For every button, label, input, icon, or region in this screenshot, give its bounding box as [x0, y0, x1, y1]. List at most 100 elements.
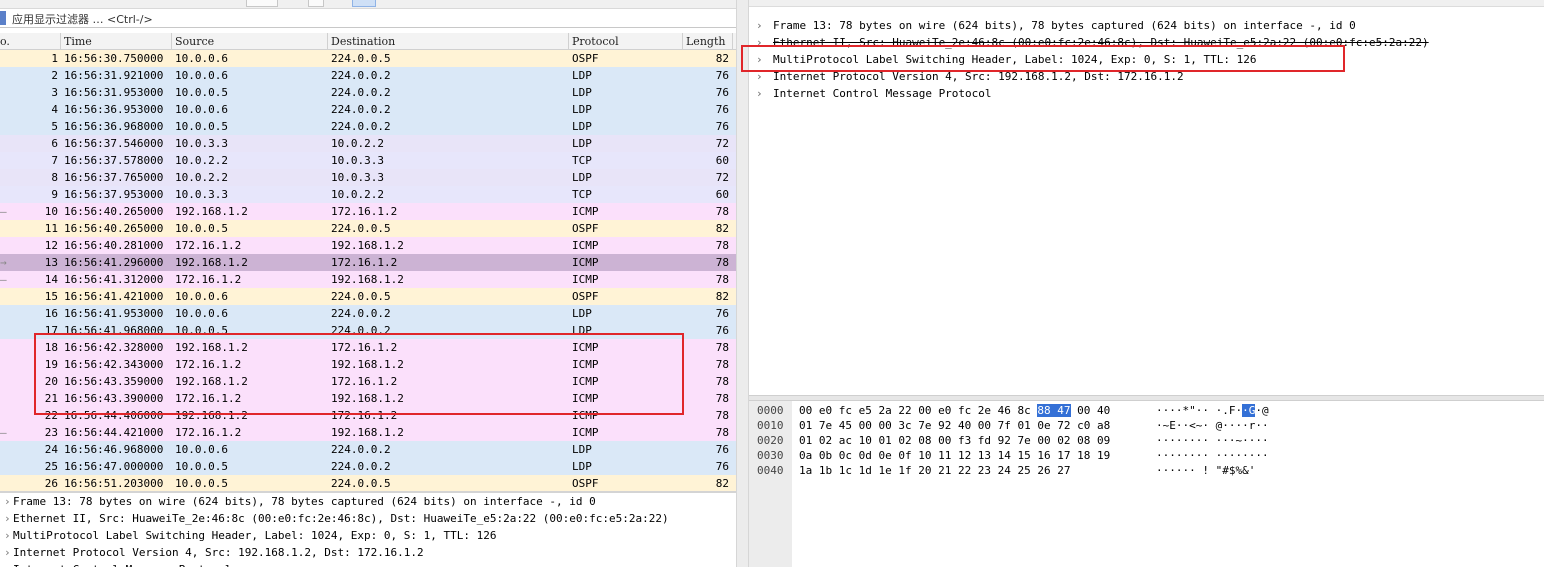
toolbar-button[interactable] — [246, 0, 278, 7]
col-header-time[interactable]: Time — [64, 35, 92, 48]
packet-row[interactable]: 12 16:56:40.281000 172.16.1.2 192.168.1.2 IC… — [0, 237, 736, 254]
packet-row[interactable]: – 14 16:56:41.312000 172.16.1.2 192.168.1.2 I… — [0, 271, 736, 288]
packet-number: 24 — [44, 443, 58, 456]
packet-destination: 172.16.1.2 — [331, 341, 398, 354]
packet-row[interactable]: 24 16:56:46.968000 10.0.0.6 224.0.0.2 LDP 76 — [0, 441, 736, 458]
packet-source: 172.16.1.2 — [175, 358, 242, 371]
packet-number: 3 — [51, 86, 58, 99]
display-filter-input[interactable]: 应用显示过滤器 … <Ctrl-/> — [12, 11, 153, 27]
packet-row[interactable]: – 23 16:56:44.421000 172.16.1.2 192.168.1.2 I… — [0, 424, 736, 441]
expand-chevron-icon[interactable]: › — [756, 17, 773, 34]
packet-row[interactable]: 19 16:56:42.343000 172.16.1.2 192.168.1.2 IC… — [0, 356, 736, 373]
hex-row[interactable]: 0010 01 7e 45 00 00 3c 7e 92 40 00 7f 01 … — [749, 418, 1544, 433]
packet-list[interactable]: o. Time Source Destination Protocol Leng… — [0, 33, 736, 492]
packet-source: 172.16.1.2 — [175, 273, 242, 286]
packet-time: 16:56:40.265000 — [64, 205, 164, 218]
packet-protocol: ICMP — [572, 341, 599, 354]
col-header-source[interactable]: Source — [175, 35, 214, 48]
packet-source: 172.16.1.2 — [175, 392, 242, 405]
packet-protocol: LDP — [572, 171, 592, 184]
detail-line[interactable]: › MultiProtocol Label Switching Header, L… — [0, 527, 736, 544]
packet-row[interactable]: 3 16:56:31.953000 10.0.0.5 224.0.0.2 LDP 76 — [0, 84, 736, 101]
packet-number: 15 — [44, 290, 58, 303]
packet-row[interactable]: 7 16:56:37.578000 10.0.2.2 10.0.3.3 TCP 60 — [0, 152, 736, 169]
hex-row[interactable]: 0040 1a 1b 1c 1d 1e 1f 20 21 22 23 24 25 … — [749, 463, 1544, 478]
packet-number: 13 — [44, 256, 58, 269]
bookmark-icon[interactable] — [0, 11, 6, 25]
packet-row[interactable]: 16 16:56:41.953000 10.0.0.6 224.0.0.2 LDP 76 — [0, 305, 736, 322]
expand-chevron-icon[interactable]: › — [4, 510, 13, 527]
expand-chevron-icon[interactable]: › — [756, 51, 773, 68]
toolbar-button-active[interactable] — [352, 0, 376, 7]
expand-chevron-icon[interactable]: › — [756, 68, 773, 85]
packet-row[interactable]: 8 16:56:37.765000 10.0.2.2 10.0.3.3 LDP 72 — [0, 169, 736, 186]
expand-chevron-icon[interactable]: › — [4, 561, 13, 567]
expand-chevron-icon[interactable]: › — [756, 34, 773, 51]
packet-row[interactable]: 18 16:56:42.328000 192.168.1.2 172.16.1.2 IC… — [0, 339, 736, 356]
detail-line[interactable]: › Frame 13: 78 bytes on wire (624 bits), … — [0, 493, 736, 510]
hex-row[interactable]: 0020 01 02 ac 10 01 02 08 00 f3 fd 92 7e … — [749, 433, 1544, 448]
col-header-protocol[interactable]: Protocol — [572, 35, 619, 48]
packet-row[interactable]: 1 16:56:30.750000 10.0.0.6 224.0.0.5 OSPF 82 — [0, 50, 736, 67]
vertical-splitter[interactable] — [736, 0, 749, 567]
packet-row[interactable]: 15 16:56:41.421000 10.0.0.6 224.0.0.5 OSPF 82 — [0, 288, 736, 305]
packet-row[interactable]: 9 16:56:37.953000 10.0.3.3 10.0.2.2 TCP 60 — [0, 186, 736, 203]
packet-destination: 10.0.2.2 — [331, 137, 384, 150]
detail-line[interactable]: › Internet Protocol Version 4, Src: 192.1… — [0, 544, 736, 561]
detail-tree-item[interactable]: › Internet Control Message Protocol — [749, 85, 1544, 102]
packet-row[interactable]: → 13 16:56:41.296000 192.168.1.2 172.16.1.2 I… — [0, 254, 736, 271]
packet-time: 16:56:42.343000 — [64, 358, 164, 371]
display-filter-bar[interactable]: 应用显示过滤器 … <Ctrl-/> — [0, 9, 736, 28]
col-header-destination[interactable]: Destination — [331, 35, 395, 48]
detail-tree-item[interactable]: › MultiProtocol Label Switching Header, L… — [749, 51, 1544, 68]
packet-time: 16:56:36.968000 — [64, 120, 164, 133]
packet-time: 16:56:41.421000 — [64, 290, 164, 303]
packet-destination: 224.0.0.2 — [331, 120, 391, 133]
detail-tree-item[interactable]: › Frame 13: 78 bytes on wire (624 bits), … — [749, 17, 1544, 34]
packet-row[interactable]: 11 16:56:40.265000 10.0.0.5 224.0.0.5 OSPF 82 — [0, 220, 736, 237]
packet-length: 78 — [715, 375, 729, 388]
packet-row[interactable]: 26 16:56:51.203000 10.0.0.5 224.0.0.5 OSPF 82 — [0, 475, 736, 492]
packet-row[interactable]: 4 16:56:36.953000 10.0.0.6 224.0.0.2 LDP 76 — [0, 101, 736, 118]
packet-time: 16:56:37.953000 — [64, 188, 164, 201]
packet-row[interactable]: – 10 16:56:40.265000 192.168.1.2 172.16.1.2 I… — [0, 203, 736, 220]
expand-chevron-icon[interactable]: › — [756, 85, 773, 102]
expand-chevron-icon[interactable]: › — [4, 527, 13, 544]
packet-row[interactable]: 2 16:56:31.921000 10.0.0.6 224.0.0.2 LDP 76 — [0, 67, 736, 84]
packet-destination: 224.0.0.5 — [331, 290, 391, 303]
detail-line[interactable]: ›Internet Control Message Protocol — [0, 561, 736, 567]
packet-time: 16:56:51.203000 — [64, 477, 164, 490]
packet-row[interactable]: 22 16:56:44.406000 192.168.1.2 172.16.1.2 IC… — [0, 407, 736, 424]
hex-ascii-segment: ·@ — [1255, 404, 1269, 417]
packet-row[interactable]: 21 16:56:43.390000 172.16.1.2 192.168.1.2 IC… — [0, 390, 736, 407]
packet-row[interactable]: 20 16:56:43.359000 192.168.1.2 172.16.1.2 IC… — [0, 373, 736, 390]
hex-ascii-selected: ·G — [1242, 404, 1256, 417]
packet-time: 16:56:31.953000 — [64, 86, 164, 99]
packet-details-mini[interactable]: › Frame 13: 78 bytes on wire (624 bits), … — [0, 491, 736, 567]
hex-bytes: 01 7e 45 00 00 3c 7e 92 40 00 7f 01 0e 7… — [799, 418, 1110, 433]
packet-number: 12 — [44, 239, 58, 252]
hex-row[interactable]: 0000 00 e0 fc e5 2a 22 00 e0 fc 2e 46 8c … — [749, 403, 1544, 418]
hex-bytes-segment: 00 40 — [1070, 404, 1111, 417]
detail-tree-item[interactable]: › Internet Protocol Version 4, Src: 192.1… — [749, 68, 1544, 85]
col-header-length[interactable]: Length — [686, 35, 725, 48]
packet-row[interactable]: 6 16:56:37.546000 10.0.3.3 10.0.2.2 LDP 72 — [0, 135, 736, 152]
expand-chevron-icon[interactable]: › — [4, 493, 13, 510]
packet-time: 16:56:42.328000 — [64, 341, 164, 354]
hex-ascii-segment: ····*"·· ·.F· — [1156, 404, 1243, 417]
toolbar-button[interactable] — [308, 0, 324, 7]
packet-row[interactable]: 25 16:56:47.000000 10.0.0.5 224.0.0.2 LDP 76 — [0, 458, 736, 475]
packet-time: 16:56:46.968000 — [64, 443, 164, 456]
detail-line[interactable]: › Ethernet II, Src: HuaweiTe_2e:46:8c (00… — [0, 510, 736, 527]
col-header-no[interactable]: o. — [0, 35, 10, 48]
detail-tree-item[interactable]: › Ethernet II, Src: HuaweiTe_2e:46:8c (00… — [749, 34, 1544, 51]
packet-row[interactable]: 17 16:56:41.968000 10.0.0.5 224.0.0.2 LDP 76 — [0, 322, 736, 339]
packet-destination: 10.0.3.3 — [331, 171, 384, 184]
packet-bytes-pane[interactable]: 0000 00 e0 fc e5 2a 22 00 e0 fc 2e 46 8c … — [749, 401, 1544, 567]
packet-number: 8 — [51, 171, 58, 184]
expand-chevron-icon[interactable]: › — [4, 544, 13, 561]
packet-row[interactable]: 5 16:56:36.968000 10.0.0.5 224.0.0.2 LDP 76 — [0, 118, 736, 135]
packet-details-tree[interactable]: › Frame 13: 78 bytes on wire (624 bits), … — [749, 17, 1544, 395]
hex-row[interactable]: 0030 0a 0b 0c 0d 0e 0f 10 11 12 13 14 15 … — [749, 448, 1544, 463]
packet-length: 76 — [715, 307, 729, 320]
